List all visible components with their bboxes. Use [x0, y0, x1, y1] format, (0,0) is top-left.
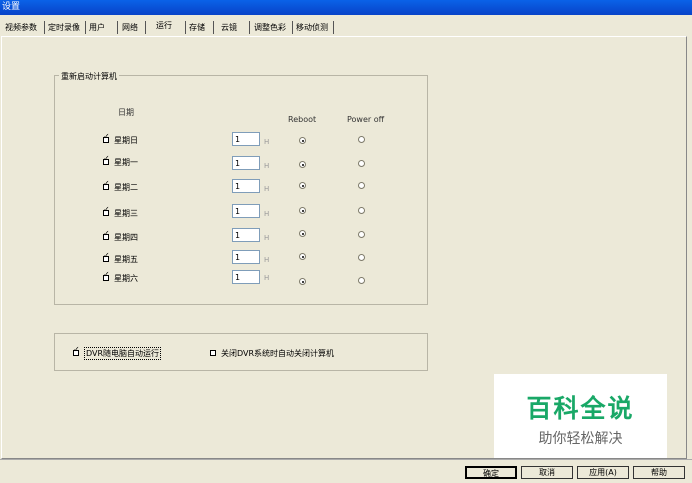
hour-input-tuesday[interactable]: [232, 179, 260, 193]
hour-unit-label: H: [264, 210, 270, 218]
day-label-thursday: 星期四: [114, 233, 138, 242]
day-column-header: 日期: [118, 108, 134, 117]
reboot-radio-friday[interactable]: [299, 253, 306, 260]
reboot-radio-monday[interactable]: [299, 161, 306, 168]
bottom-divider: [0, 459, 692, 460]
watermark-title: 百科全说: [526, 394, 635, 423]
poweroff-radio-monday[interactable]: [358, 160, 365, 167]
day-checkbox-wednesday[interactable]: ✓: [103, 206, 110, 216]
reboot-radio-tuesday[interactable]: [299, 182, 306, 189]
reboot-radio-saturday[interactable]: [299, 278, 306, 285]
shutdown-label: 关闭DVR系统时自动关闭计算机: [221, 349, 335, 358]
reboot-radio-wednesday[interactable]: [299, 207, 306, 214]
hour-input-wednesday[interactable]: [232, 204, 260, 218]
tab-video-params[interactable]: 视频参数: [5, 21, 37, 35]
day-label-friday: 星期五: [114, 255, 138, 264]
hour-unit-label: H: [264, 162, 270, 170]
hour-unit-label: H: [264, 274, 270, 282]
tab-separator: [185, 21, 186, 34]
hour-input-sunday[interactable]: [232, 132, 260, 146]
hour-input-saturday[interactable]: [232, 270, 260, 284]
tab-separator: [213, 21, 214, 34]
day-checkbox-thursday[interactable]: ✓: [103, 230, 110, 240]
reboot-column-header: Reboot: [288, 115, 317, 124]
ok-button[interactable]: 确定: [465, 466, 517, 479]
autorun-label: DVR随电脑自动运行: [84, 347, 162, 360]
checkmark-icon: ✓: [103, 205, 110, 214]
day-label-monday: 星期一: [114, 158, 138, 167]
tab-separator: [145, 21, 146, 34]
day-label-tuesday: 星期二: [114, 183, 138, 192]
hour-input-friday[interactable]: [232, 250, 260, 264]
tab-separator: [85, 21, 86, 34]
watermark-subtitle: 助你轻松解决: [538, 431, 623, 447]
tab-bar: 视频参数 定时录像 用户 网络 运行 存储 云镜 调整色彩 移动侦测: [0, 15, 692, 37]
day-label-saturday: 星期六: [114, 274, 138, 283]
checkmark-icon: ✓: [103, 154, 110, 163]
poweroff-radio-sunday[interactable]: [358, 136, 365, 143]
hour-input-monday[interactable]: [232, 156, 260, 170]
tab-separator: [44, 21, 45, 34]
tab-scheduled-recording[interactable]: 定时录像: [48, 21, 80, 35]
checkmark-icon: ✓: [103, 132, 110, 141]
tab-ptz[interactable]: 云镜: [221, 21, 237, 35]
restart-group-title: 重新启动计算机: [59, 71, 119, 82]
hour-unit-label: H: [264, 185, 270, 193]
tab-run[interactable]: 运行: [156, 19, 172, 33]
checkmark-icon: ✓: [103, 179, 110, 188]
hour-unit-label: H: [264, 138, 270, 146]
day-checkbox-sunday[interactable]: ✓: [103, 133, 110, 143]
apply-button[interactable]: 应用(A): [577, 466, 629, 479]
title-bar: 设置: [0, 0, 692, 15]
hour-unit-label: H: [264, 256, 270, 264]
tab-separator: [117, 21, 118, 34]
day-checkbox-friday[interactable]: ✓: [103, 252, 110, 262]
watermark: 百科全说 助你轻松解决: [494, 374, 667, 458]
tab-storage[interactable]: 存储: [189, 21, 205, 35]
poweroff-radio-saturday[interactable]: [358, 277, 365, 284]
checkmark-icon: ✓: [103, 229, 110, 238]
shutdown-checkbox[interactable]: [210, 350, 216, 356]
poweroff-radio-thursday[interactable]: [358, 231, 365, 238]
tab-network[interactable]: 网络: [122, 21, 138, 35]
checkmark-icon: ✓: [103, 270, 110, 279]
checkmark-icon: ✓: [103, 251, 110, 260]
day-label-wednesday: 星期三: [114, 209, 138, 218]
day-checkbox-saturday[interactable]: ✓: [103, 271, 110, 281]
cancel-button[interactable]: 取消: [521, 466, 573, 479]
poweroff-radio-tuesday[interactable]: [358, 182, 365, 189]
day-label-sunday: 星期日: [114, 136, 138, 145]
tab-users[interactable]: 用户: [89, 21, 105, 35]
tab-motion-detect[interactable]: 移动侦测: [296, 21, 328, 35]
poweroff-radio-wednesday[interactable]: [358, 207, 365, 214]
tab-separator: [333, 21, 334, 34]
hour-input-thursday[interactable]: [232, 228, 260, 242]
tab-separator: [292, 21, 293, 34]
day-checkbox-monday[interactable]: ✓: [103, 155, 110, 165]
help-button[interactable]: 帮助: [633, 466, 685, 479]
autorun-checkbox[interactable]: ✓: [73, 346, 80, 356]
hour-unit-label: H: [264, 234, 270, 242]
poweroff-radio-friday[interactable]: [358, 254, 365, 261]
reboot-radio-sunday[interactable]: [299, 137, 306, 144]
tab-separator: [249, 21, 250, 34]
tab-color-adjust[interactable]: 调整色彩: [254, 21, 286, 35]
day-checkbox-tuesday[interactable]: ✓: [103, 180, 110, 190]
checkmark-icon: ✓: [73, 345, 80, 354]
reboot-radio-thursday[interactable]: [299, 230, 306, 237]
poweroff-column-header: Power off: [347, 115, 385, 124]
window-title: 设置: [2, 2, 21, 12]
